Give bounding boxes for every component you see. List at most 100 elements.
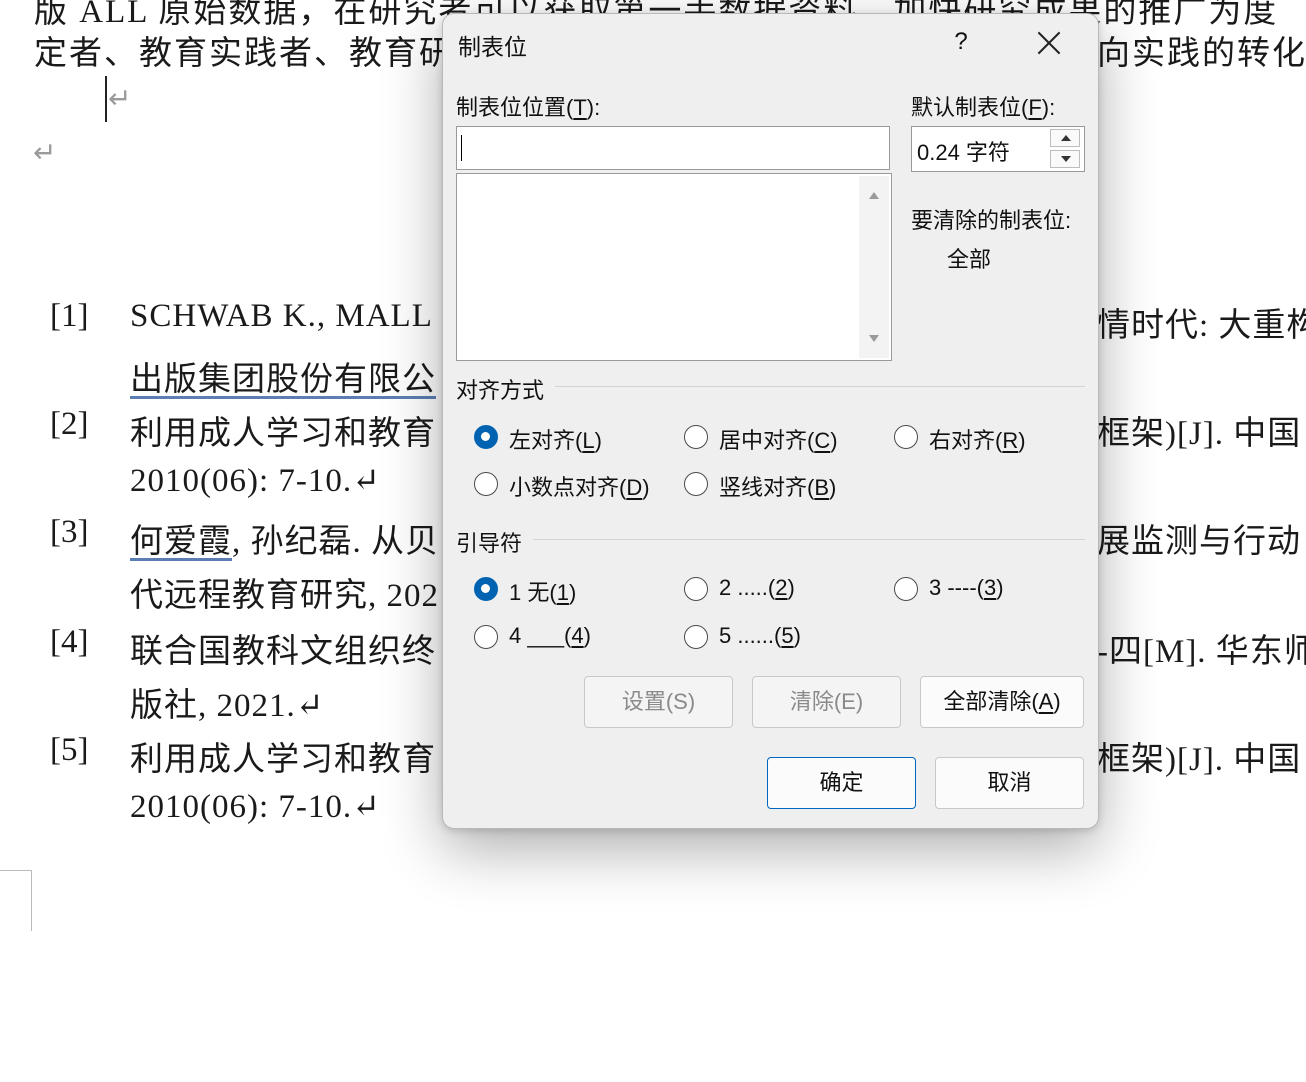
page-margin-marker	[0, 870, 32, 931]
label-text: 5 ......(	[719, 623, 782, 648]
ref-number: [4]	[50, 624, 89, 660]
label-text: 制表位位置(	[456, 95, 574, 120]
ref-text: 联合国教科文组织终	[130, 634, 436, 670]
accelerator-key: F	[1028, 95, 1042, 120]
tabs-dialog: 制表位 ? 制表位位置(T): 默认制表位(F): 0.24 字符 要清除的制表…	[442, 13, 1099, 829]
label-text: 3 ----(	[929, 575, 984, 600]
ref-text: 利用成人学习和教育	[130, 742, 436, 778]
paragraph-mark-icon: ↵	[33, 136, 57, 169]
ref-text: 利用成人学习和教育	[130, 416, 436, 452]
clear-tabs-value: 全部	[947, 247, 992, 272]
cancel-button[interactable]: 取消	[935, 757, 1084, 809]
ref-text: 展监测与行动	[1097, 524, 1301, 560]
accelerator-key: 4	[571, 623, 584, 648]
ref-text: 2010(06): 7-10.↵	[130, 463, 381, 499]
alignment-group-title: 对齐方式	[456, 378, 545, 403]
radio-label: 左对齐(L)	[509, 428, 602, 453]
clear-button[interactable]: 清除(E)	[752, 676, 901, 728]
set-button[interactable]: 设置(S)	[584, 676, 733, 728]
radio-checked-icon	[474, 577, 498, 601]
accelerator-key: A	[1038, 689, 1054, 714]
label-text: 默认制表位(	[911, 95, 1029, 120]
group-divider	[555, 386, 1085, 387]
ref-text: -四[M]. 华东师	[1097, 634, 1306, 670]
radio-unchecked-icon	[684, 425, 708, 449]
ref-author: 何爱霞	[130, 524, 232, 560]
tab-position-label: 制表位位置(T):	[456, 95, 601, 120]
accelerator-key: B	[814, 475, 830, 500]
list-scrollbar[interactable]	[859, 176, 889, 358]
doc-text-line: 向实践的转化	[1097, 36, 1306, 72]
help-button[interactable]: ?	[941, 22, 981, 62]
radio-label: 小数点对齐(D)	[509, 475, 650, 500]
tab-position-input[interactable]	[456, 126, 890, 170]
tab-position-list[interactable]	[456, 173, 892, 361]
default-tab-spinner[interactable]: 0.24 字符	[911, 126, 1085, 172]
doc-text-line: 定者、教育实践者、教育研	[34, 36, 454, 72]
radio-label: 3 ----(3)	[929, 575, 1004, 600]
ref-text: SCHWAB K., MALL	[130, 298, 433, 334]
accelerator-key: 3	[983, 575, 997, 600]
leader-group-title: 引导符	[456, 531, 523, 556]
radio-label: 居中对齐(C)	[719, 428, 838, 453]
accelerator-key: 5	[781, 623, 794, 648]
label-text: 1 无(	[509, 580, 557, 605]
radio-unchecked-icon	[894, 425, 918, 449]
radio-unchecked-icon	[684, 625, 708, 649]
radio-unchecked-icon	[474, 472, 498, 496]
ref-text: 2010(06): 7-10.↵	[130, 789, 381, 825]
group-divider	[533, 539, 1085, 540]
radio-label: 右对齐(R)	[929, 428, 1026, 453]
accelerator-key: T	[573, 95, 587, 120]
scroll-up-icon[interactable]	[869, 192, 879, 199]
label-text: 居中对齐(	[719, 428, 815, 453]
dialog-title: 制表位	[458, 34, 527, 60]
spinner-buttons	[1050, 129, 1082, 169]
radio-label: 2 .....(2)	[719, 575, 795, 600]
radio-checked-icon	[474, 425, 498, 449]
spin-up-icon[interactable]	[1050, 129, 1080, 147]
ref-text: 代远程教育研究, 202	[130, 578, 439, 614]
radio-unchecked-icon	[684, 472, 708, 496]
accelerator-key: R	[1002, 428, 1019, 453]
ref-text: 框架)[J]. 中国	[1097, 416, 1302, 452]
paragraph-mark-icon: ↵	[108, 82, 132, 115]
ref-text: 情时代: 大重构	[1097, 308, 1306, 344]
dialog-titlebar[interactable]: 制表位 ?	[443, 14, 1098, 72]
accelerator-key: 2	[775, 575, 788, 600]
label-text: 右对齐(	[929, 428, 1003, 453]
label-text: 左对齐(	[509, 428, 583, 453]
ref-text: 版社, 2021.↵	[130, 688, 325, 724]
default-tab-label: 默认制表位(F):	[911, 95, 1056, 120]
accelerator-key: C	[814, 428, 831, 453]
spin-down-icon[interactable]	[1050, 150, 1080, 168]
ref-number: [3]	[50, 514, 89, 550]
clear-tabs-label: 要清除的制表位:	[911, 208, 1072, 233]
radio-unchecked-icon	[894, 577, 918, 601]
radio-label: 1 无(1)	[509, 580, 577, 605]
label-text: 竖线对齐(	[719, 475, 815, 500]
accelerator-key: 1	[556, 580, 569, 605]
radio-unchecked-icon	[474, 625, 498, 649]
radio-label: 竖线对齐(B)	[719, 475, 837, 500]
label-text: 4 ___(	[509, 623, 572, 648]
button-label: 全部清除(	[943, 689, 1039, 714]
ref-text: 出版集团股份有限公	[130, 352, 436, 400]
scroll-down-icon[interactable]	[869, 335, 879, 342]
input-caret	[461, 135, 462, 161]
default-tab-value[interactable]: 0.24 字符	[917, 135, 1010, 167]
clear-all-button[interactable]: 全部清除(A)	[920, 676, 1084, 728]
accelerator-key: D	[626, 475, 643, 500]
ref-text: 出版集团股份有限公	[130, 362, 436, 398]
ok-button[interactable]: 确定	[767, 757, 916, 809]
radio-unchecked-icon	[684, 577, 708, 601]
radio-label: 4 ___(4)	[509, 623, 591, 648]
ref-number: [1]	[50, 298, 89, 334]
close-icon[interactable]	[1027, 22, 1071, 62]
ref-number: [2]	[50, 406, 89, 442]
ref-text: , 孙纪磊. 从贝	[232, 524, 439, 560]
ref-text: 框架)[J]. 中国	[1097, 742, 1302, 778]
radio-label: 5 ......(5)	[719, 623, 801, 648]
ref-text: 何爱霞, 孙纪磊. 从贝	[130, 514, 439, 562]
text-cursor	[105, 76, 107, 122]
